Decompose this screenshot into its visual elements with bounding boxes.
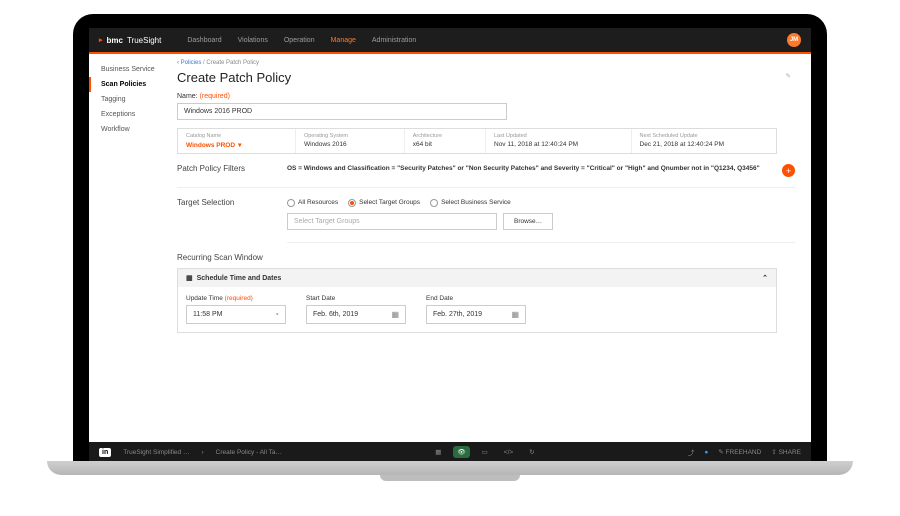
recurring-label: Recurring Scan Window (177, 253, 795, 262)
target-selection-row: Target Selection All Resources Select Ta… (177, 198, 795, 207)
breadcrumb: ‹ Policies / Create Patch Policy (177, 60, 795, 66)
catalog-os-value: Windows 2016 (304, 141, 396, 148)
nav-violations[interactable]: Violations (238, 37, 268, 44)
sidebar-item-tagging[interactable]: Tagging (89, 92, 167, 107)
target-opt-business[interactable]: Select Business Service (430, 199, 511, 207)
update-time-label: Update Time (required) (186, 295, 286, 302)
calendar-icon: ▦ (391, 310, 399, 319)
target-opt-all[interactable]: All Resources (287, 199, 338, 207)
nav-manage[interactable]: Manage (331, 37, 356, 44)
edit-icon[interactable]: ✎ (786, 72, 791, 80)
brand-product: TrueSight (127, 36, 161, 45)
filters-expression: OS = Windows and Classification = "Secur… (287, 164, 772, 173)
nav-dashboard[interactable]: Dashboard (187, 37, 221, 44)
breadcrumb-back[interactable]: ‹ Policies (177, 60, 201, 66)
update-time-input[interactable]: 11:58 PM◔ (186, 305, 286, 324)
catalog-name-dropdown[interactable]: Windows PROD▾ (186, 141, 287, 149)
comment-icon[interactable]: ▭ (478, 446, 492, 458)
collapse-icon[interactable]: ⌃ (762, 274, 768, 282)
sidebar-item-workflow[interactable]: Workflow (89, 122, 167, 137)
catalog-name-label: Catalog Name (186, 133, 287, 139)
clock-icon: ◔ (274, 310, 279, 319)
calendar-icon: ▦ (511, 310, 519, 319)
brand: ▸ bmc TrueSight (99, 36, 161, 45)
browse-button[interactable]: Browse… (503, 213, 553, 230)
page-title: Create Patch Policy (177, 70, 795, 85)
sidebar: Business Service Scan Policies Tagging E… (89, 54, 167, 442)
share-icon[interactable]: ⤴ (688, 447, 695, 457)
target-opt-groups[interactable]: Select Target Groups (348, 199, 420, 207)
catalog-summary: Catalog Name Windows PROD▾ Operating Sys… (177, 128, 777, 154)
end-date-label: End Date (426, 295, 526, 302)
catalog-arch-label: Architecture (413, 133, 477, 139)
nav-administration[interactable]: Administration (372, 37, 416, 44)
sidebar-item-exceptions[interactable]: Exceptions (89, 107, 167, 122)
start-date-input[interactable]: Feb. 6th, 2019▦ (306, 305, 406, 324)
catalog-lastupdated-label: Last Updated (494, 133, 623, 139)
name-input[interactable]: Windows 2016 PROD (177, 103, 507, 120)
chevron-down-icon: ▾ (238, 141, 241, 149)
invision-mode-switcher: ▦ 👁 ▭ </> ↻ (431, 446, 538, 458)
schedule-panel-header[interactable]: ▦Schedule Time and Dates ⌃ (178, 269, 776, 287)
grid-icon[interactable]: ▦ (431, 446, 445, 458)
target-label: Target Selection (177, 198, 277, 207)
main-content: ‹ Policies / Create Patch Policy Create … (167, 54, 811, 442)
laptop-foot (380, 475, 520, 481)
inv-crumb-1[interactable]: TrueSight Simplified … (123, 449, 189, 456)
catalog-os-label: Operating System (304, 133, 396, 139)
laptop-base (47, 461, 853, 475)
breadcrumb-current: Create Patch Policy (206, 60, 259, 66)
avatar[interactable]: JM (787, 33, 801, 47)
inv-crumb-2[interactable]: Create Policy - All Ta… (216, 449, 282, 456)
nav-items: Dashboard Violations Operation Manage Ad… (187, 37, 416, 44)
catalog-lastupdated-value: Nov 11, 2018 at 12:40:24 PM (494, 141, 623, 148)
name-label: Name: (required) (177, 93, 795, 100)
preview-icon[interactable]: 👁 (453, 446, 469, 458)
catalog-arch-value: x64 bit (413, 141, 477, 148)
catalog-nextscheduled-value: Dec 21, 2018 at 12:40:24 PM (640, 141, 769, 148)
brand-logo-text: bmc (107, 36, 123, 45)
nav-operation[interactable]: Operation (284, 37, 315, 44)
target-input-row: Select Target Groups Browse… (287, 213, 795, 243)
sidebar-item-scan-policies[interactable]: Scan Policies (89, 77, 167, 92)
calendar-icon: ▦ (186, 275, 193, 282)
sidebar-item-business-service[interactable]: Business Service (89, 62, 167, 77)
add-filter-button[interactable]: + (782, 164, 795, 177)
share-button[interactable]: ⇪ SHARE (771, 448, 801, 456)
target-groups-input[interactable]: Select Target Groups (287, 213, 497, 230)
invision-logo-icon[interactable]: in (99, 448, 111, 457)
patch-policy-filters-row: Patch Policy Filters OS = Windows and Cl… (177, 164, 795, 188)
filters-label: Patch Policy Filters (177, 164, 277, 173)
history-icon[interactable]: ↻ (525, 446, 538, 458)
bmc-logo-icon: ▸ (99, 36, 103, 44)
catalog-nextscheduled-label: Next Scheduled Update (640, 133, 769, 139)
freehand-button[interactable]: ✎ FREEHAND (718, 448, 761, 456)
schedule-panel: ▦Schedule Time and Dates ⌃ Update Time (… (177, 268, 777, 333)
start-date-label: Start Date (306, 295, 406, 302)
end-date-input[interactable]: Feb. 27th, 2019▦ (426, 305, 526, 324)
top-nav: ▸ bmc TrueSight Dashboard Violations Ope… (89, 28, 811, 52)
code-icon[interactable]: </> (500, 447, 517, 458)
invision-toolbar: in TrueSight Simplified … › Create Polic… (89, 442, 811, 462)
status-dot-icon[interactable]: ● (704, 449, 708, 456)
